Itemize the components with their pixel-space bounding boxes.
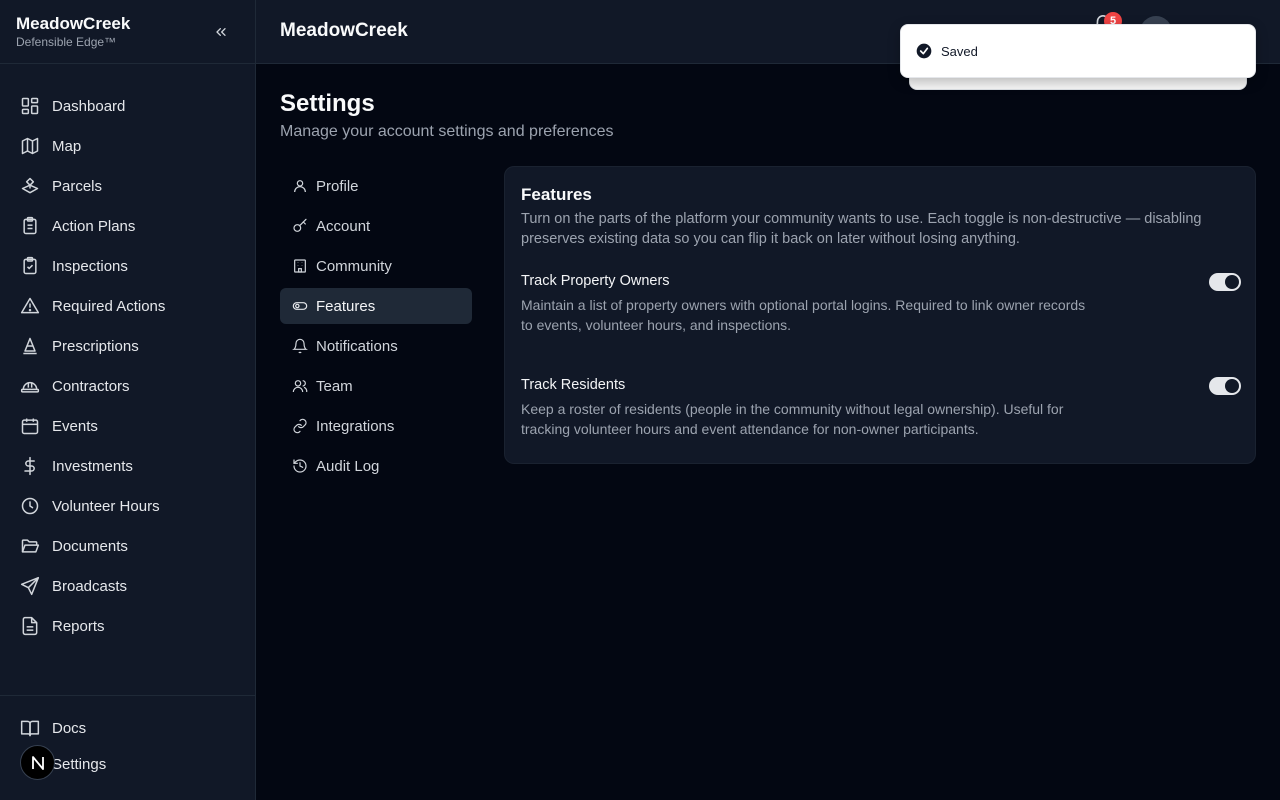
- settings-tab-label: Features: [316, 297, 376, 315]
- settings-nav: Profile Account Community Features Notif…: [280, 168, 472, 488]
- sidebar-item-parcels[interactable]: Parcels: [0, 166, 255, 206]
- settings-tab-label: Team: [316, 377, 353, 395]
- sidebar-item-investments[interactable]: Investments: [0, 446, 255, 486]
- feature-description: Keep a roster of residents (people in th…: [521, 401, 1064, 437]
- hard-hat-icon: [20, 381, 40, 393]
- settings-tab-label: Notifications: [316, 337, 398, 355]
- user-icon: [294, 180, 306, 193]
- settings-tab-features[interactable]: Features: [280, 288, 472, 324]
- parcels-icon: [21, 177, 39, 194]
- sidebar-item-label: Dashboard: [52, 97, 126, 115]
- settings-tab-label: Audit Log: [316, 457, 380, 475]
- settings-tab-label: Account: [316, 217, 371, 235]
- feature-track-property-owners: Track Property Owners Maintain a list of…: [521, 273, 1241, 335]
- settings-tab-label: Profile: [316, 177, 359, 195]
- chevrons-left-icon: [216, 27, 226, 36]
- sidebar-item-events[interactable]: Events: [0, 406, 255, 446]
- sidebar-item-action-plans[interactable]: Action Plans: [0, 206, 255, 246]
- collapse-sidebar-button[interactable]: [209, 20, 233, 44]
- sidebar-item-label: Documents: [52, 537, 128, 555]
- cone-icon: [23, 337, 37, 355]
- sidebar-item-label: Volunteer Hours: [52, 497, 160, 515]
- send-icon: [20, 576, 40, 596]
- settings-tab-profile[interactable]: Profile: [280, 168, 472, 204]
- users-icon: [292, 380, 308, 393]
- sidebar-item-contractors[interactable]: Contractors: [0, 366, 255, 406]
- sidebar-item-docs[interactable]: Docs: [0, 710, 255, 746]
- folder-open-icon: [21, 539, 40, 553]
- sidebar-item-map[interactable]: Map: [0, 126, 255, 166]
- n-logo-icon: [31, 755, 44, 770]
- brand: MeadowCreek Defensible Edge™: [0, 0, 255, 64]
- clock-icon: [21, 497, 39, 515]
- sidebar-item-label: Broadcasts: [52, 577, 128, 595]
- sidebar-item-reports[interactable]: Reports: [0, 606, 255, 646]
- dev-tools-avatar[interactable]: [20, 745, 55, 780]
- building-icon: [294, 259, 306, 273]
- sidebar-nav: Dashboard Map Parcels Action Plans Inspe…: [0, 64, 255, 646]
- sidebar-item-label: Settings: [52, 755, 107, 773]
- toggle-icon: [292, 302, 308, 310]
- clipboard-check-icon: [23, 256, 37, 275]
- sidebar-item-label: Parcels: [52, 177, 103, 195]
- history-icon: [293, 459, 307, 473]
- dollar-icon: [24, 456, 35, 476]
- sidebar-item-required-actions[interactable]: Required Actions: [0, 286, 255, 326]
- settings-tab-label: Integrations: [316, 417, 395, 435]
- sidebar-item-dashboard[interactable]: Dashboard: [0, 86, 255, 126]
- sidebar-item-label: Docs: [52, 719, 87, 737]
- clipboard-list-icon: [23, 216, 37, 235]
- sidebar-item-broadcasts[interactable]: Broadcasts: [0, 566, 255, 606]
- settings-tab-audit-log[interactable]: Audit Log: [280, 448, 472, 484]
- sidebar-item-documents[interactable]: Documents: [0, 526, 255, 566]
- settings-tab-community[interactable]: Community: [280, 248, 472, 284]
- features-title: Features: [521, 185, 592, 204]
- track-property-owners-toggle[interactable]: [1209, 273, 1241, 291]
- brand-name: MeadowCreek: [16, 14, 131, 33]
- toggle-knob: [1225, 379, 1239, 393]
- sidebar-item-label: Required Actions: [52, 297, 166, 315]
- key-icon: [293, 218, 307, 232]
- settings-tab-team[interactable]: Team: [280, 368, 472, 404]
- settings-tab-integrations[interactable]: Integrations: [280, 408, 472, 444]
- toast-message: Saved: [941, 43, 978, 59]
- sidebar-item-label: Inspections: [52, 257, 128, 275]
- settings-tab-label: Community: [316, 257, 392, 275]
- header-title: MeadowCreek: [280, 20, 408, 41]
- calendar-icon: [21, 418, 39, 435]
- settings-tab-notifications[interactable]: Notifications: [280, 328, 472, 364]
- features-description: Turn on the parts of the platform your c…: [521, 211, 1202, 247]
- sidebar-item-label: Map: [52, 137, 82, 155]
- dashboard-icon: [21, 97, 39, 115]
- sidebar-item-label: Contractors: [52, 377, 130, 395]
- sidebar-item-label: Action Plans: [52, 217, 136, 235]
- saved-toast: Saved: [900, 24, 1256, 78]
- sidebar: MeadowCreek Defensible Edge™ Dashboard M…: [0, 0, 256, 800]
- bell-icon: [292, 338, 308, 354]
- sidebar-item-label: Investments: [52, 457, 133, 475]
- map-icon: [21, 137, 39, 155]
- feature-description: Maintain a list of property owners with …: [521, 297, 1086, 333]
- page-subtitle: Manage your account settings and prefere…: [280, 123, 614, 140]
- feature-track-residents: Track Residents Keep a roster of residen…: [521, 377, 1241, 439]
- sidebar-item-inspections[interactable]: Inspections: [0, 246, 255, 286]
- warning-triangle-icon: [20, 297, 40, 314]
- sidebar-item-volunteer-hours[interactable]: Volunteer Hours: [0, 486, 255, 526]
- sidebar-item-label: Events: [52, 417, 98, 435]
- sidebar-item-prescriptions[interactable]: Prescriptions: [0, 326, 255, 366]
- book-icon: [20, 720, 40, 737]
- check-circle-icon: [916, 43, 932, 59]
- track-residents-toggle[interactable]: [1209, 377, 1241, 395]
- sidebar-item-label: Reports: [52, 617, 105, 635]
- sidebar-item-label: Prescriptions: [52, 337, 139, 355]
- page-title: Settings: [280, 90, 375, 117]
- features-card: Features Turn on the parts of the platfo…: [504, 166, 1256, 464]
- brand-tagline: Defensible Edge™: [16, 35, 117, 49]
- settings-tab-account[interactable]: Account: [280, 208, 472, 244]
- link-icon: [293, 418, 307, 434]
- feature-title: Track Residents: [521, 377, 626, 393]
- toggle-knob: [1225, 275, 1239, 289]
- file-text-icon: [22, 616, 38, 636]
- feature-title: Track Property Owners: [521, 273, 670, 289]
